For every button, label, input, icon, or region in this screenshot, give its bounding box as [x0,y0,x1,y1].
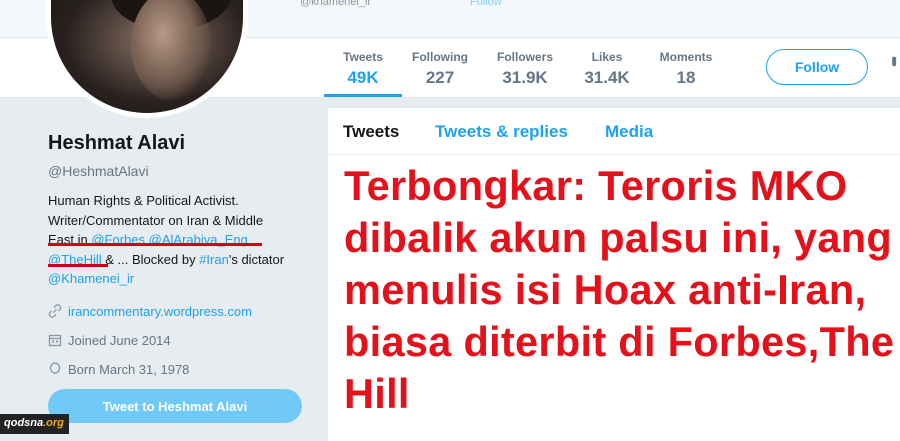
bio-line: Writer/Commentator on Iran & Middle [48,212,264,228]
stat-label: Followers [496,50,553,64]
balloon-icon [49,362,61,375]
avatar-face [131,0,211,100]
profile-bio: Human Rights & Political Activist. Write… [48,191,313,289]
khamenei-link[interactable]: @Khamenei_ir [48,271,134,286]
tab-tweets[interactable]: Tweets [343,122,399,142]
watermark-domain: .org [43,417,64,429]
watermark-name: qodsna [4,417,44,429]
stat-value: 18 [676,68,696,87]
stat-value: 227 [425,68,455,87]
birth-date: Born March 31, 1978 [68,361,190,377]
tweet-to-button[interactable]: Tweet to Heshmat Alavi [48,389,302,423]
website-link[interactable]: irancommentary.wordpress.com [68,303,252,320]
link-icon [48,304,62,318]
profile-card: Heshmat Alavi @HeshmatAlavi Human Rights… [48,132,313,390]
follow-button[interactable]: Follow [766,49,868,85]
calendar-icon [48,334,62,347]
stat-followers[interactable]: Followers 31.9K [480,50,570,88]
bio-line: Human Rights & Political Activist. [48,193,239,208]
header-faint-link[interactable]: Follow [470,0,502,8]
bio-text: & ... Blocked by [101,251,200,267]
iran-hashtag[interactable]: #Iran [199,252,229,267]
bio-line: East in @Forbes @AlArabiya_Eng [48,230,313,250]
profile-name[interactable]: Heshmat Alavi [48,132,313,155]
stat-value: 31.9K [502,68,548,87]
more-icon[interactable]: ••• [884,56,900,64]
website-row: irancommentary.wordpress.com [48,303,313,320]
stat-label: Moments [659,50,713,64]
stat-following[interactable]: Following 227 [395,50,485,88]
stat-label: Likes [591,50,623,64]
stat-value: 31.4K [584,68,630,87]
joined-date: Joined June 2014 [68,332,171,348]
bio-line: @Khamenei_ir [48,269,313,289]
header-mention: @khamenei_ir [300,0,372,8]
bio-text: 's dictator [228,251,285,267]
timeline-panel: Tweets Tweets & replies Media Terbongkar… [328,108,900,441]
stat-likes[interactable]: Likes 31.4K [562,50,652,88]
stat-moments[interactable]: Moments 18 [641,50,731,88]
overlay-headline: Terbongkar: Teroris MKO dibalik akun pal… [344,162,895,417]
red-underline [48,264,108,267]
tab-replies[interactable]: Tweets & replies [435,122,568,142]
profile-meta: irancommentary.wordpress.com Joined June… [48,303,313,378]
joined-row: Joined June 2014 [48,332,313,349]
red-underline [48,243,262,246]
born-row: Born March 31, 1978 [48,361,313,378]
watermark: qodsna.org [0,414,69,434]
tab-media[interactable]: Media [605,122,653,142]
avatar[interactable] [46,0,248,118]
profile-handle[interactable]: @HeshmatAlavi [48,163,313,179]
tab-divider [328,154,900,155]
stat-label: Following [412,50,468,64]
